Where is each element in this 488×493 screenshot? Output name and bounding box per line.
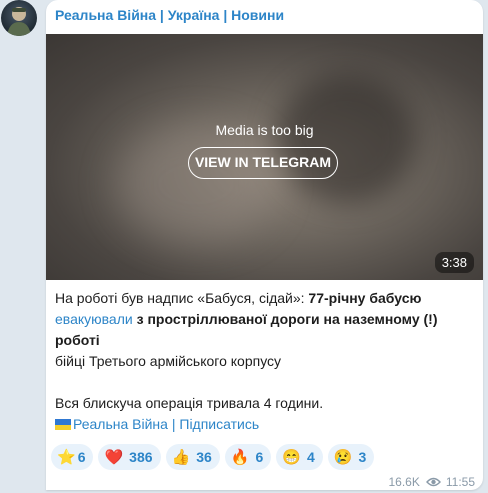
reaction-fire[interactable]: 🔥 6: [224, 444, 272, 470]
crying-icon: 😢: [333, 448, 353, 466]
fire-icon: 🔥: [230, 448, 250, 466]
message-bubble: Реальна Війна | Україна | Новини Media i…: [46, 0, 483, 490]
bold-span: 77-річну бабусю: [308, 290, 422, 306]
channel-link[interactable]: Реальна Війна: [73, 416, 168, 432]
star-icon: ⭐: [57, 448, 76, 466]
post-paragraph-1: На роботі був надпис «Бабуся, сідай»: 77…: [55, 288, 475, 372]
video-duration: 3:38: [434, 252, 474, 273]
reaction-thumbs-up[interactable]: 👍 36: [165, 444, 220, 470]
ukraine-flag-icon: [55, 419, 71, 430]
reaction-count: 3: [358, 449, 367, 465]
view-in-telegram-button[interactable]: VIEW IN TELEGRAM: [188, 147, 338, 179]
reaction-count: 6: [255, 449, 264, 465]
separator: |: [167, 416, 180, 432]
reaction-heart[interactable]: ❤️ 386: [98, 444, 161, 470]
heart-icon: ❤️: [104, 448, 124, 466]
reaction-crying[interactable]: 😢 3: [327, 444, 375, 470]
reaction-grin[interactable]: 😁 4: [276, 444, 323, 470]
subscribe-link[interactable]: Підписатись: [179, 416, 259, 432]
view-count: 16.6K: [388, 475, 420, 489]
blurred-shape: [116, 124, 276, 244]
post-link[interactable]: евакуювали: [55, 311, 133, 327]
subscribe-line: Реальна Війна | Підписатись: [55, 416, 259, 432]
reaction-count: 386: [129, 449, 153, 465]
text-span: На роботі був надпис «Бабуся, сідай»:: [55, 290, 309, 306]
reaction-star[interactable]: ⭐ 6: [51, 444, 94, 470]
reaction-count: 4: [306, 449, 315, 465]
message-meta: 16.6K 11:55: [389, 475, 476, 489]
post-text: На роботі був надпис «Бабуся, сідай»: 77…: [55, 288, 475, 414]
grin-icon: 😁: [282, 448, 301, 466]
text-span: бійці Третього армійського корпусу: [55, 353, 282, 369]
reactions-bar: ⭐ 6 ❤️ 386 👍 36 🔥 6 😁 4 😢 3: [51, 444, 375, 470]
media-too-big-note: Media is too big: [215, 122, 314, 138]
blurred-shape: [276, 74, 416, 204]
post-paragraph-2: Вся блискуча операція тривала 4 години.: [55, 395, 324, 411]
reaction-count: 36: [196, 449, 212, 465]
message-time: 11:55: [445, 475, 475, 489]
thumbs-up-icon: 👍: [171, 448, 191, 466]
channel-name[interactable]: Реальна Війна | Україна | Новини: [55, 7, 284, 23]
eye-icon: [425, 477, 441, 487]
reaction-count: 6: [77, 449, 86, 465]
video-preview[interactable]: Media is too big VIEW IN TELEGRAM 3:38: [46, 34, 483, 280]
channel-avatar[interactable]: [1, 0, 37, 36]
